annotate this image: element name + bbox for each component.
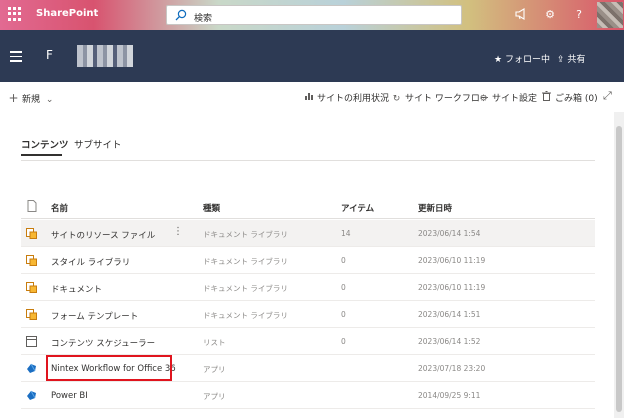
- chart-icon: [303, 91, 314, 104]
- suite-bar: SharePoint 検索 ⚙ ?: [0, 0, 624, 30]
- table-row[interactable]: スタイル ライブラリ ドキュメント ライブラリ 0 2023/06/10 11:…: [21, 247, 595, 274]
- column-header-items[interactable]: アイテム: [341, 202, 374, 214]
- expand-icon[interactable]: ⤢: [603, 89, 612, 103]
- library-icon: [26, 309, 37, 320]
- row-modified: 2023/06/14 1:52: [418, 337, 481, 346]
- site-workflow-label: サイト ワークフロー: [405, 94, 489, 104]
- tab-subsites[interactable]: サブサイト: [74, 137, 122, 151]
- row-name[interactable]: ドキュメント: [51, 283, 102, 295]
- row-type: ドキュメント ライブラリ: [203, 311, 288, 320]
- chevron-down-icon: ⌄: [45, 95, 54, 105]
- site-logo[interactable]: F: [46, 48, 53, 62]
- column-header-modified[interactable]: 更新日時: [418, 202, 452, 214]
- column-header-name[interactable]: 名前: [51, 202, 68, 214]
- search-icon: [175, 9, 187, 21]
- waffle-icon[interactable]: [8, 7, 22, 21]
- new-label: 新規: [22, 95, 41, 105]
- command-bar: + 新規 ⌄ サイトの利用状況 ↻ サイト ワークフロー ⚙ サイト設定 ごみ箱 (0…: [0, 82, 624, 112]
- recycle-bin-button[interactable]: ごみ箱 (0): [541, 91, 598, 104]
- library-icon: [26, 228, 37, 239]
- table-row[interactable]: コンテンツ スケジューラー リスト 0 2023/06/14 1:52: [21, 328, 595, 355]
- help-icon[interactable]: ?: [571, 7, 587, 23]
- row-items: 0: [341, 310, 346, 319]
- table-row[interactable]: Power BI アプリ 2014/09/25 9:11: [21, 382, 595, 409]
- hamburger-icon[interactable]: [10, 51, 22, 62]
- tab-contents[interactable]: コンテンツ: [21, 137, 69, 151]
- app-icon: [27, 390, 36, 400]
- row-items: 0: [341, 337, 346, 346]
- row-type: リスト: [203, 338, 226, 347]
- table-row[interactable]: フォーム テンプレート ドキュメント ライブラリ 0 2023/06/14 1:…: [21, 301, 595, 328]
- share-button[interactable]: ⇪ 共有: [557, 52, 585, 65]
- follow-button[interactable]: ★ フォロー中: [494, 52, 550, 65]
- row-items: 14: [341, 229, 351, 238]
- active-tab-indicator: [21, 154, 62, 156]
- row-modified: 2023/06/14 1:54: [418, 229, 481, 238]
- site-name-blurred[interactable]: [77, 45, 133, 67]
- row-name[interactable]: Power BI: [51, 391, 88, 401]
- row-type: アプリ: [203, 365, 226, 374]
- row-modified: 2014/09/25 9:11: [418, 391, 481, 400]
- megaphone-icon[interactable]: [513, 7, 529, 23]
- site-workflow-button[interactable]: ↻ サイト ワークフロー: [391, 91, 489, 104]
- app-icon: [27, 363, 36, 373]
- library-icon: [26, 282, 37, 293]
- site-usage-button[interactable]: サイトの利用状況: [303, 91, 389, 104]
- workflow-icon: ↻: [392, 94, 401, 104]
- plus-icon: +: [8, 91, 19, 105]
- row-name[interactable]: サイトのリソース ファイル: [51, 229, 155, 241]
- row-name[interactable]: フォーム テンプレート: [51, 310, 138, 322]
- trash-icon: [541, 91, 552, 104]
- file-type-header-icon: [27, 200, 37, 212]
- gear-icon: ⚙: [479, 94, 488, 104]
- row-modified: 2023/06/10 11:19: [418, 283, 486, 292]
- row-type: ドキュメント ライブラリ: [203, 230, 288, 239]
- row-type: ドキュメント ライブラリ: [203, 284, 288, 293]
- follow-label: フォロー中: [504, 55, 550, 65]
- avatar[interactable]: [597, 2, 623, 28]
- recycle-bin-label: ごみ箱 (0): [555, 94, 598, 104]
- row-type: ドキュメント ライブラリ: [203, 257, 288, 266]
- row-modified: 2023/07/18 23:20: [418, 364, 486, 373]
- library-icon: [26, 255, 37, 266]
- site-settings-label: サイト設定: [492, 94, 538, 104]
- star-icon: ★: [494, 55, 503, 65]
- row-modified: 2023/06/14 1:51: [418, 310, 481, 319]
- table-row[interactable]: ドキュメント ドキュメント ライブラリ 0 2023/06/10 11:19: [21, 274, 595, 301]
- gear-icon[interactable]: ⚙: [542, 7, 558, 23]
- row-name[interactable]: コンテンツ スケジューラー: [51, 337, 155, 349]
- share-icon: ⇪: [557, 55, 565, 65]
- list-icon: [26, 336, 37, 347]
- tabs-divider: [21, 160, 595, 161]
- row-name[interactable]: スタイル ライブラリ: [51, 256, 130, 268]
- row-items: 0: [341, 256, 346, 265]
- row-modified: 2023/06/10 11:19: [418, 256, 486, 265]
- column-header-type[interactable]: 種類: [203, 202, 220, 214]
- new-button[interactable]: + 新規 ⌄: [8, 91, 53, 105]
- site-header: F ★ フォロー中 ⇪ 共有: [0, 30, 624, 82]
- search-box[interactable]: 検索: [166, 5, 462, 25]
- table-row[interactable]: サイトのリソース ファイル ⋮ ドキュメント ライブラリ 14 2023/06/…: [21, 220, 595, 247]
- search-placeholder: 検索: [194, 14, 213, 24]
- site-usage-label: サイトの利用状況: [317, 94, 390, 104]
- header-divider: [21, 218, 595, 219]
- row-items: 0: [341, 283, 346, 292]
- site-settings-button[interactable]: ⚙ サイト設定: [478, 91, 537, 104]
- more-options-icon[interactable]: ⋮: [173, 226, 183, 237]
- row-type: アプリ: [203, 392, 226, 401]
- scrollbar-thumb[interactable]: [616, 126, 622, 412]
- share-label: 共有: [567, 55, 586, 65]
- sharepoint-brand[interactable]: SharePoint: [36, 8, 98, 19]
- highlight-box: [46, 355, 172, 381]
